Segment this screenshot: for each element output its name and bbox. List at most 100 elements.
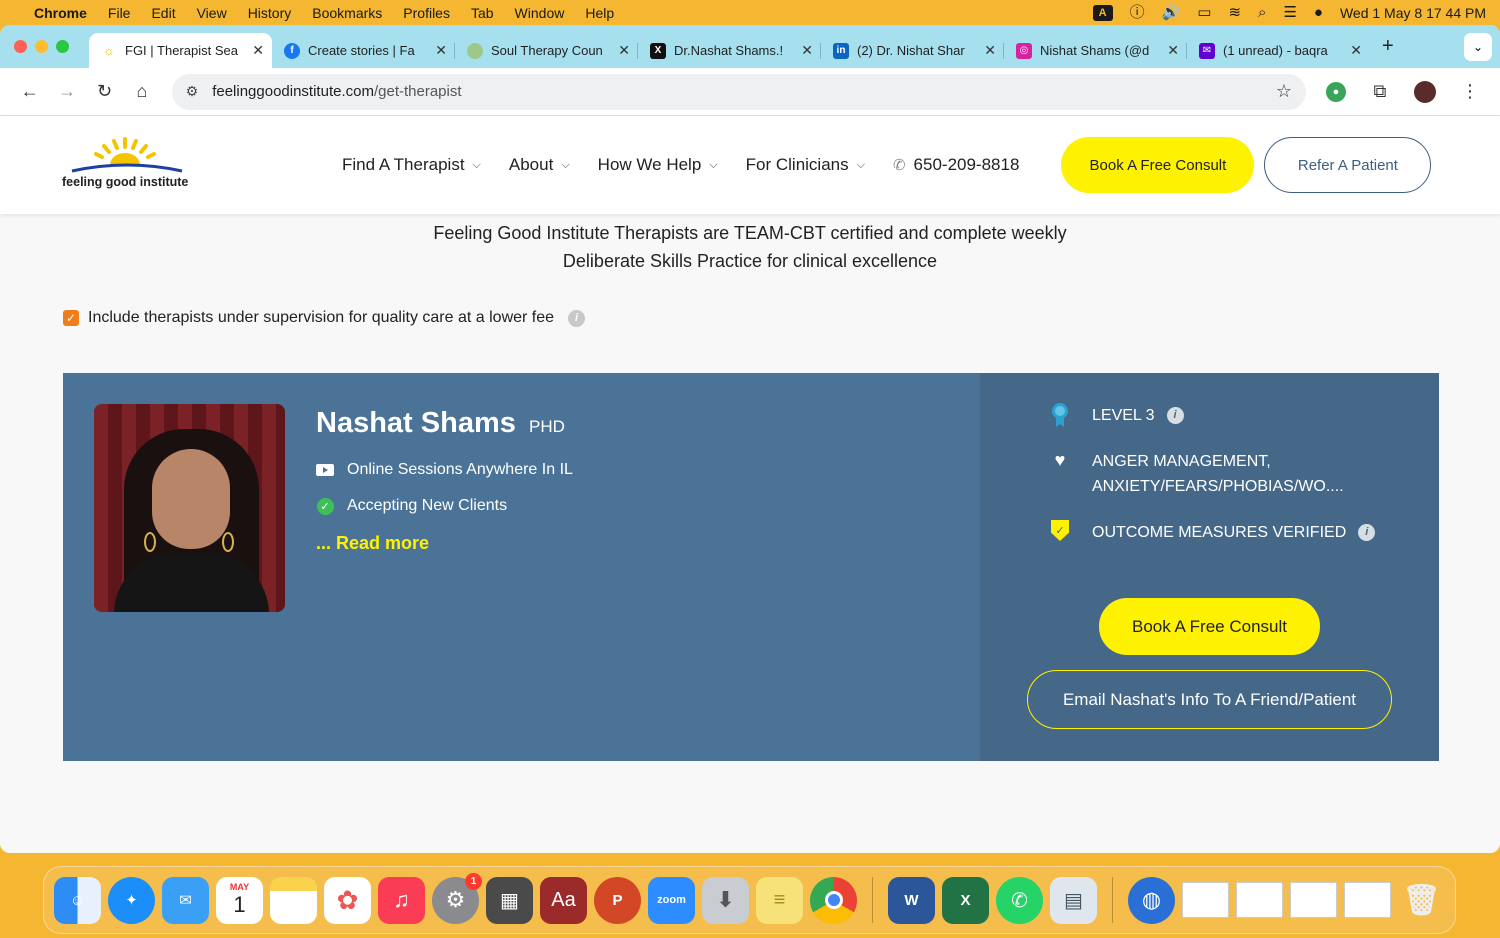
menu-history[interactable]: History [248,5,292,21]
menu-file[interactable]: File [108,5,131,21]
chrome-icon[interactable] [810,876,857,924]
tab-instagram[interactable]: ◎ Nishat Shams (@d ✕ [1004,33,1187,68]
tab-yahoo-mail[interactable]: ✉ (1 unread) - baqra ✕ [1187,33,1370,68]
music-icon[interactable]: ♫ [378,876,425,924]
dictionary-icon[interactable]: Aa [540,876,587,924]
facebook-icon: f [284,42,300,59]
phone-link[interactable]: ✆ 650-209-8818 [893,155,1019,175]
refer-patient-button[interactable]: Refer A Patient [1264,137,1432,193]
wifi-icon[interactable]: ≋ [1228,5,1241,20]
menu-window[interactable]: Window [515,5,565,21]
tab-linkedin[interactable]: in (2) Dr. Nishat Shar ✕ [821,33,1004,68]
site-info-icon[interactable]: ⚙ [186,83,199,100]
zoom-window-button[interactable] [56,40,69,53]
back-arrow-icon[interactable]: ← [14,76,45,108]
reload-icon[interactable]: ↻ [89,76,120,108]
menu-edit[interactable]: Edit [151,5,175,21]
recent-document-thumbnail[interactable] [1236,882,1283,918]
close-window-button[interactable] [14,40,27,53]
zoom-icon[interactable]: zoom [648,876,695,924]
close-tab-icon[interactable]: ✕ [252,42,264,59]
therapist-name[interactable]: Nashat Shams [316,407,516,440]
volume-icon[interactable]: 🔊 [1162,5,1181,20]
menu-bookmarks[interactable]: Bookmarks [312,5,382,21]
close-tab-icon[interactable]: ✕ [435,42,447,59]
whatsapp-icon[interactable]: ✆ [996,876,1043,924]
tab-fgi-therapist-search[interactable]: ☼ FGI | Therapist Sea ✕ [89,33,272,68]
supervision-checkbox[interactable]: ✓ [63,310,79,326]
notification-badge: 1 [465,872,482,890]
control-center-icon[interactable]: ☰ [1283,5,1296,20]
system-settings-icon[interactable]: ⚙ 1 [432,872,482,924]
close-tab-icon[interactable]: ✕ [1350,42,1362,59]
finder-icon[interactable]: ☺ [54,876,101,924]
extensions-puzzle-icon[interactable]: ⧉ [1364,76,1396,108]
trash-icon[interactable]: 🗑 [1398,877,1445,924]
close-tab-icon[interactable]: ✕ [618,42,630,59]
stickies-icon[interactable]: ≡ [756,876,803,924]
page-content: Feeling Good Institute Therapists are TE… [0,214,1500,853]
input-source-icon[interactable]: A [1092,4,1113,21]
info-icon[interactable]: i [1358,524,1376,542]
menu-help[interactable]: Help [585,5,614,21]
card-book-consult-button[interactable]: Book A Free Consult [1099,598,1320,655]
calculator-icon[interactable]: ▦ [486,876,533,924]
word-icon[interactable]: W [888,876,935,924]
close-tab-icon[interactable]: ✕ [984,42,996,59]
nav-find-a-therapist[interactable]: Find A Therapist ⌵ [342,155,481,175]
spotlight-search-icon[interactable]: ⌕ [1258,5,1266,20]
extension-icon[interactable]: ● [1325,81,1346,102]
info-icon[interactable]: i [1166,407,1184,425]
url-path: /get-therapist [373,83,462,100]
menu-tab[interactable]: Tab [471,5,494,21]
profile-avatar[interactable] [1413,80,1436,103]
safari-icon[interactable]: ✦ [108,876,155,924]
therapist-photo[interactable] [94,404,285,612]
browser-toolbar: ← → ↻ ⌂ ⚙ feelinggoodinstitute.com /get-… [0,68,1500,116]
site-logo[interactable]: feeling good institute [62,135,192,195]
tab-label: Dr.Nashat Shams.! [674,43,784,58]
installer-icon[interactable]: ⬇ [702,876,749,924]
tab-soul-therapy[interactable]: Soul Therapy Coun ✕ [455,33,638,68]
info-icon[interactable]: i [568,309,586,327]
preview-icon[interactable]: ▤ [1050,876,1097,924]
tab-search-dropdown-icon[interactable]: ⌄ [1464,33,1492,61]
notes-icon[interactable] [270,876,317,924]
accessibility-icon[interactable]: ⓘ [1130,5,1145,20]
recent-document-thumbnail[interactable] [1344,882,1391,918]
read-more-link[interactable]: ... Read more [316,533,429,554]
tab-x[interactable]: X Dr.Nashat Shams.! ✕ [638,33,821,68]
excel-icon[interactable]: X [942,876,989,924]
menu-app-name[interactable]: Chrome [34,5,87,21]
bookmark-star-icon[interactable]: ☆ [1276,81,1292,102]
more-menu-icon[interactable]: ⋮ [1454,76,1486,108]
battery-icon[interactable]: ▭ [1197,5,1211,20]
photos-icon[interactable]: ✿ [324,876,371,924]
home-icon[interactable]: ⌂ [126,76,157,108]
new-tab-button[interactable]: + [1382,35,1394,58]
address-bar[interactable]: ⚙ feelinggoodinstitute.com /get-therapis… [171,73,1306,110]
forward-arrow-icon[interactable]: → [51,76,82,108]
close-tab-icon[interactable]: ✕ [801,42,813,59]
recent-document-thumbnail[interactable] [1290,882,1337,918]
header-book-consult-button[interactable]: Book A Free Consult [1061,137,1255,193]
nav-for-clinicians[interactable]: For Clinicians ⌵ [746,155,865,175]
chevron-down-icon: ⌵ [709,158,718,171]
menubar-clock[interactable]: Wed 1 May 8 17 44 PM [1340,5,1486,21]
status-area: A ⓘ 🔊 ▭ ≋ ⌕ ☰ ● Wed 1 May 8 17 44 PM [1092,4,1486,21]
nav-how-we-help[interactable]: How We Help ⌵ [598,155,718,175]
menu-profiles[interactable]: Profiles [403,5,450,21]
globe-icon[interactable]: ◍ [1128,876,1175,924]
mail-icon[interactable]: ✉ [162,876,209,924]
calendar-icon[interactable]: MAY 1 [216,876,263,924]
minimize-window-button[interactable] [35,40,48,53]
email-info-button[interactable]: Email Nashat's Info To A Friend/Patient [1027,670,1392,729]
menu-view[interactable]: View [197,5,227,21]
powerpoint-icon[interactable]: P [594,876,641,924]
siri-icon[interactable]: ● [1314,5,1323,20]
recent-document-thumbnail[interactable] [1182,882,1229,918]
toolbar-actions: ● ⧉ ⋮ [1325,76,1486,108]
nav-about[interactable]: About ⌵ [509,155,570,175]
close-tab-icon[interactable]: ✕ [1167,42,1179,59]
tab-facebook[interactable]: f Create stories | Fa ✕ [272,33,455,68]
